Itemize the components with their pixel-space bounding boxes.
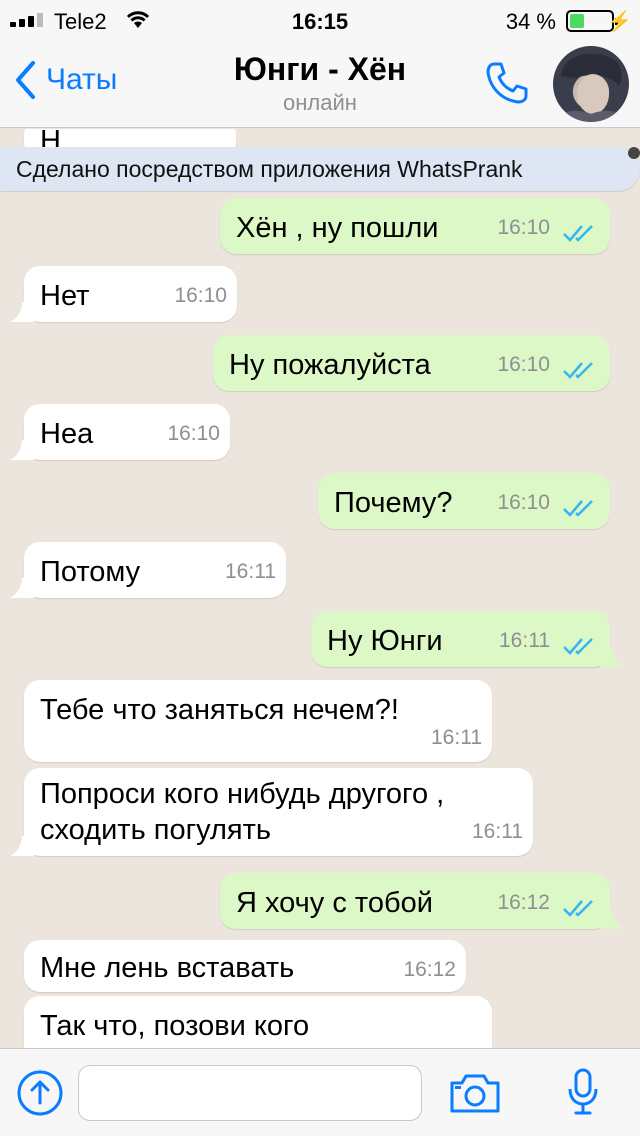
double-check-icon [563, 900, 593, 917]
composer-bar [0, 1048, 640, 1136]
voice-record-button[interactable] [566, 1067, 600, 1122]
message-text: Неа [40, 418, 94, 450]
message-bubble-incoming[interactable]: Попроси кого нибудь другого , сходить по… [10, 768, 533, 856]
message-text: Хён , ну пошли [236, 212, 439, 244]
message-bubble-incoming[interactable]: Тебе что заняться нечем?! 16:11 [24, 680, 492, 762]
message-text: Тебе что заняться нечем?! [40, 694, 399, 726]
status-bar: Tele2 16:15 34 % ⚡ [0, 0, 640, 40]
charging-icon: ⚡ [607, 11, 632, 33]
message-list[interactable]: Н Сделано посредством приложения WhatsPr… [0, 129, 640, 1048]
double-check-icon [563, 638, 593, 655]
upload-icon [17, 1070, 63, 1116]
back-label: Чаты [46, 63, 118, 96]
message-text-line-2: сходить погулять [40, 814, 272, 846]
microphone-icon [568, 1068, 598, 1115]
avatar[interactable] [553, 46, 629, 122]
chat-header: Чаты Юнги - Хён онлайн [0, 40, 640, 128]
double-check-icon [563, 500, 593, 517]
contact-status: онлайн [283, 90, 357, 115]
message-time: 16:12 [497, 891, 550, 914]
message-time: 16:12 [403, 958, 456, 981]
message-bubble-incoming[interactable]: Мне лень вставать 16:12 [24, 940, 466, 992]
message-bubble-outgoing[interactable]: Я хочу с тобой 16:12 [220, 873, 624, 929]
message-bubble-incoming[interactable]: Потому 16:11 [10, 542, 286, 598]
message-time: 16:11 [499, 629, 550, 652]
message-time: 16:10 [174, 284, 227, 307]
message-bubble-incoming[interactable]: Нет 16:10 [10, 266, 237, 322]
message-time: 16:11 [431, 726, 482, 749]
message-text: Я хочу с тобой [236, 887, 433, 919]
camera-button[interactable] [448, 1071, 502, 1120]
message-text: Почему? [334, 487, 453, 519]
whatsprank-banner: Сделано посредством приложения WhatsPran… [0, 147, 640, 191]
message-time: 16:10 [497, 491, 550, 514]
message-text: Мне лень вставать [40, 952, 295, 984]
double-check-icon [563, 225, 593, 242]
back-button[interactable]: Чаты [14, 60, 117, 100]
message-time: 16:11 [225, 560, 276, 583]
message-time: 16:10 [497, 216, 550, 239]
message-text: Ну пожалуйста [229, 349, 431, 381]
message-bubble-incoming[interactable]: Неа 16:10 [10, 404, 230, 460]
message-bubble-outgoing[interactable]: Ну пожалуйста 16:10 [213, 335, 610, 391]
call-button[interactable] [484, 60, 530, 111]
message-time: 16:10 [497, 353, 550, 376]
message-text: Так что, позови кого [40, 1010, 310, 1042]
battery-fill [570, 14, 584, 28]
attach-button[interactable] [16, 1069, 64, 1122]
phone-icon [486, 62, 528, 104]
banner-close-dot[interactable] [628, 147, 640, 159]
message-text-line-1: Попроси кого нибудь другого , [40, 778, 445, 810]
battery-percent: 34 % [505, 9, 556, 34]
message-time: 16:11 [472, 820, 523, 843]
message-text: Потому [40, 556, 141, 588]
message-bubble-outgoing[interactable]: Ну Юнги 16:11 [311, 611, 624, 667]
message-bubble-outgoing[interactable]: Почему? 16:10 [318, 473, 610, 529]
contact-name: Юнги - Хён [233, 51, 407, 87]
message-time: 16:10 [167, 422, 220, 445]
back-chevron-icon [16, 61, 35, 99]
contact-info[interactable]: Юнги - Хён онлайн [150, 50, 490, 118]
message-bubble-outgoing[interactable]: Хён , ну пошли 16:10 [220, 198, 610, 254]
camera-icon [450, 1074, 500, 1113]
message-input[interactable] [78, 1065, 422, 1121]
message-text: Нет [40, 280, 90, 312]
double-check-icon [563, 362, 593, 379]
message-text: Ну Юнги [327, 625, 443, 657]
message-bubble-incoming[interactable]: Так что, позови кого [24, 996, 492, 1048]
